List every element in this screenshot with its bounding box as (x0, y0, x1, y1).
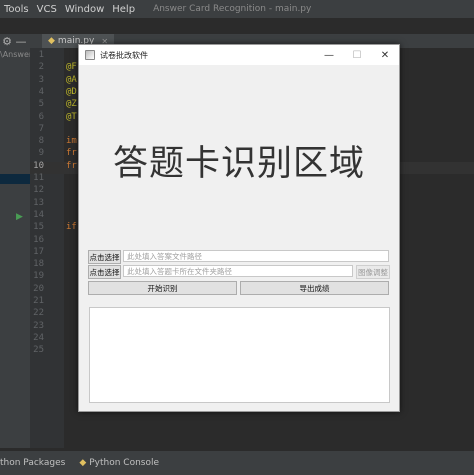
code-fragment: fr (66, 160, 77, 171)
line-number: 18 (33, 259, 44, 270)
menu-tools[interactable]: Tools (0, 4, 33, 15)
python-console-label: Python Console (89, 458, 160, 468)
code-fragment: im (66, 136, 77, 147)
line-number: 14 (33, 209, 44, 220)
code-fragment: if (66, 222, 77, 233)
python-console-icon: ◆ (79, 458, 87, 468)
line-number: 1 (38, 50, 44, 60)
line-number: 19 (33, 271, 44, 282)
python-packages-tab[interactable]: thon Packages (0, 458, 65, 468)
line-number: 13 (33, 197, 44, 208)
python-file-icon: ◆ (48, 36, 55, 46)
minus-icon[interactable]: — (14, 35, 28, 48)
menu-help[interactable]: Help (108, 4, 139, 15)
grading-app-window: 试卷批改软件 — ☐ ✕ 答题卡识别区域 点击选择 此处填入答案文件路径 点击选… (78, 44, 400, 412)
line-number: 11 (33, 173, 44, 183)
line-number: 16 (33, 234, 44, 245)
python-console-tab[interactable]: ◆ Python Console (79, 458, 159, 468)
gear-icon[interactable]: ⚙ (0, 35, 14, 48)
line-number: 8 (38, 136, 44, 147)
image-adjust-button[interactable]: 图像调整 (356, 265, 390, 279)
line-number: 5 (38, 99, 44, 110)
run-icon[interactable]: ▶ (16, 212, 23, 222)
line-number: 15 (33, 222, 44, 233)
app-window-title: 试卷批改软件 (100, 50, 148, 60)
menu-vcs[interactable]: VCS (33, 4, 61, 15)
folder-path-input[interactable]: 此处填入答题卡所在文件夹路径 (123, 265, 353, 277)
menu-window[interactable]: Window (61, 4, 108, 15)
select-folder-button[interactable]: 点击选择 (88, 265, 121, 279)
ide-menu-bar: Tools VCS Window Help Answer Card Recogn… (0, 0, 474, 19)
maximize-button[interactable]: ☐ (343, 50, 371, 61)
answer-path-input[interactable]: 此处填入答案文件路径 (123, 250, 389, 262)
line-number: 3 (38, 74, 44, 85)
line-number: 6 (38, 111, 44, 122)
line-number: 4 (38, 86, 44, 97)
code-fragment: @F (66, 62, 77, 73)
line-number: 2 (38, 62, 44, 73)
results-output-box[interactable] (89, 307, 390, 403)
line-number: 7 (38, 123, 44, 134)
code-fragment: @Z (66, 99, 77, 110)
export-scores-button[interactable]: 导出成绩 (240, 281, 389, 295)
line-number: 20 (33, 283, 44, 294)
line-number: 9 (38, 148, 44, 159)
code-fragment: @A (66, 74, 77, 85)
image-placeholder-text: 答题卡识别区域 (112, 143, 365, 184)
ide-bottom-bar: thon Packages ◆ Python Console (0, 450, 474, 475)
python-packages-label: thon Packages (0, 458, 66, 468)
line-number: 17 (33, 246, 44, 257)
app-titlebar[interactable]: 试卷批改软件 — ☐ ✕ (79, 45, 399, 65)
line-number: 10 (33, 160, 44, 171)
close-button[interactable]: ✕ (371, 50, 399, 61)
start-recognition-button[interactable]: 开始识别 (88, 281, 237, 295)
code-fragment: @D (66, 86, 77, 97)
line-number: 21 (33, 296, 44, 306)
line-number: 23 (33, 320, 44, 331)
code-fragment: fr (66, 148, 77, 159)
project-path: \Answer (0, 50, 33, 59)
app-icon (85, 50, 95, 60)
line-number: 12 (33, 185, 44, 196)
select-answer-button[interactable]: 点击选择 (88, 250, 121, 264)
project-panel (0, 48, 30, 448)
code-fragment: @T (66, 111, 77, 122)
ide-window-title: Answer Card Recognition - main.py (153, 4, 312, 14)
answer-card-image-area: 答题卡识别区域 (79, 65, 399, 255)
line-number: 24 (33, 332, 44, 343)
project-selected-row[interactable] (0, 174, 30, 184)
line-number: 25 (33, 345, 44, 356)
line-number: 22 (33, 308, 44, 319)
minimize-button[interactable]: — (315, 50, 343, 61)
